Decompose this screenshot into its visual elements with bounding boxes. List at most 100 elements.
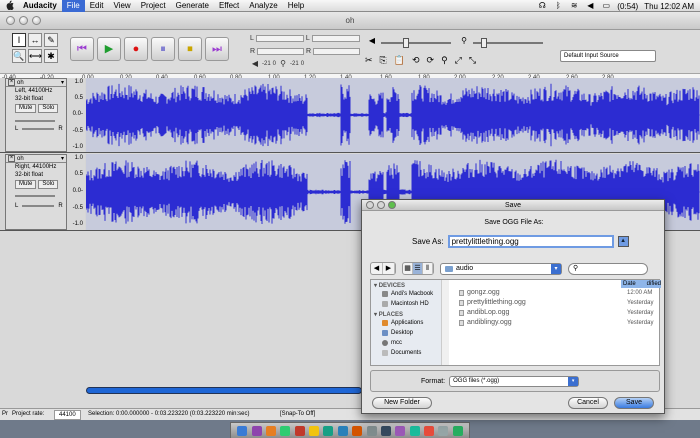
gain-slider[interactable] [6, 193, 66, 199]
playback-meter[interactable]: L L [250, 33, 360, 43]
menu-file[interactable]: File [61, 0, 85, 12]
pause-button[interactable]: ⏸ [151, 37, 175, 61]
battery-icon[interactable]: ▭ [601, 2, 611, 10]
speaker-icon[interactable]: ◀ [250, 60, 260, 68]
format-select[interactable]: OGG files (*.ogg) ▾ [449, 376, 580, 387]
close-button[interactable] [6, 16, 15, 25]
headphones-icon[interactable]: ☊ [537, 2, 547, 10]
filename-input[interactable] [447, 235, 614, 248]
stop-button[interactable]: ⏹ [178, 37, 202, 61]
sidebar-section-places[interactable]: ▾ PLACES [371, 311, 448, 318]
dock-app-icon[interactable] [395, 425, 406, 436]
zoom-button[interactable] [388, 201, 396, 209]
date-modified-header[interactable]: Date dified [621, 280, 661, 288]
dock-app-icon[interactable] [409, 425, 420, 436]
file-row[interactable]: prettylittlething.ogg Yesterday [459, 298, 659, 308]
record-button[interactable]: ● [124, 37, 148, 61]
menu-effect[interactable]: Effect [214, 0, 244, 12]
menu-help[interactable]: Help [283, 0, 309, 12]
list-view-icon[interactable]: ☰ [413, 263, 423, 274]
sidebar-item-macintosh-hd[interactable]: Macintosh HD [371, 299, 448, 309]
solo-button[interactable]: Solo [38, 180, 59, 189]
copy-icon[interactable]: ⎘ [380, 55, 387, 66]
dock-app-icon[interactable] [323, 425, 334, 436]
dock-app-icon[interactable] [438, 425, 449, 436]
input-volume-slider[interactable] [473, 38, 543, 48]
location-select[interactable]: audio ▾ [440, 262, 562, 275]
track-menu[interactable]: × oh ▾ [6, 155, 66, 163]
pan-slider[interactable]: L R [6, 203, 66, 209]
play-button[interactable]: ▶ [97, 37, 121, 61]
undo-icon[interactable]: ⟲ [412, 55, 420, 66]
window-titlebar[interactable]: oh [0, 12, 700, 30]
minimize-button[interactable] [377, 201, 385, 209]
cut-icon[interactable]: ✂ [365, 55, 373, 66]
column-view-icon[interactable]: ⫴ [423, 263, 433, 274]
selection-tool[interactable]: I [12, 33, 26, 47]
multi-tool[interactable]: ✱ [44, 49, 58, 63]
file-row[interactable]: gongz.ogg 12:00 AM [459, 288, 659, 298]
dock-app-icon[interactable] [452, 425, 463, 436]
skip-end-button[interactable]: ⏭ [205, 37, 229, 61]
menu-view[interactable]: View [108, 0, 135, 12]
sidebar-item-applications[interactable]: Applications [371, 318, 448, 328]
dock-app-icon[interactable] [280, 425, 291, 436]
search-input[interactable]: ⚲ [568, 262, 648, 275]
audio-track-left[interactable]: × oh ▾ Left, 44100Hz 32-bit float Mute S… [0, 78, 700, 153]
envelope-tool[interactable]: ↔ [28, 33, 42, 47]
waveform-left[interactable] [86, 78, 700, 152]
dock-app-icon[interactable] [251, 425, 262, 436]
minimize-button[interactable] [19, 16, 28, 25]
solo-button[interactable]: Solo [38, 104, 59, 113]
mute-button[interactable]: Mute [15, 104, 37, 113]
dock-app-icon[interactable] [237, 425, 248, 436]
dock-app-icon[interactable] [294, 425, 305, 436]
track-menu[interactable]: × oh ▾ [6, 79, 66, 87]
menu-clock[interactable]: Thu 12:02 AM [644, 2, 694, 11]
sidebar-item-documents[interactable]: Documents [371, 348, 448, 358]
close-track-icon[interactable]: × [8, 155, 15, 162]
sidebar-item-macbook[interactable]: Andi's Macbook [371, 289, 448, 299]
zoom-button[interactable] [32, 16, 41, 25]
sidebar-item-mcc[interactable]: mcc [371, 338, 448, 348]
sidebar-item-desktop[interactable]: Desktop [371, 328, 448, 338]
mute-button[interactable]: Mute [15, 180, 37, 189]
volume-icon[interactable]: ◀ [585, 2, 595, 10]
file-row[interactable]: andibLop.ogg Yesterday [459, 308, 659, 318]
zoom-tool[interactable]: 🔍 [12, 49, 26, 63]
gain-slider[interactable] [6, 117, 66, 122]
redo-icon[interactable]: ⟳ [427, 55, 435, 66]
dock-app-icon[interactable] [380, 425, 391, 436]
input-source-select[interactable]: Default Input Source [560, 50, 656, 62]
project-rate-select[interactable]: 44100 [54, 410, 81, 420]
fit-project-icon[interactable]: ⤡ [469, 55, 476, 66]
menu-audacity[interactable]: Audacity [18, 0, 62, 12]
timeshift-tool[interactable]: ⟷ [28, 49, 42, 63]
fit-selection-icon[interactable]: ⤢ [455, 55, 462, 66]
dock-app-icon[interactable] [366, 425, 377, 436]
icon-view-icon[interactable]: ▦ [403, 263, 413, 274]
back-icon[interactable]: ◀ [371, 263, 383, 274]
new-folder-button[interactable]: New Folder [372, 397, 432, 409]
forward-icon[interactable]: ▶ [383, 263, 395, 274]
save-button[interactable]: Save [614, 397, 654, 409]
record-meter[interactable]: R R [250, 46, 360, 56]
wifi-icon[interactable]: ≋ [569, 2, 579, 10]
menu-project[interactable]: Project [136, 0, 171, 12]
paste-icon[interactable]: 📋 [394, 55, 405, 66]
bluetooth-icon[interactable]: ᛒ [553, 2, 563, 10]
cancel-button[interactable]: Cancel [568, 397, 608, 409]
menu-edit[interactable]: Edit [85, 0, 109, 12]
sidebar-scrollbar[interactable] [441, 280, 449, 365]
output-volume-slider[interactable] [381, 38, 451, 48]
apple-menu-icon[interactable] [0, 0, 18, 12]
dock-app-icon[interactable] [337, 425, 348, 436]
skip-start-button[interactable]: ⏮ [70, 37, 94, 61]
file-row[interactable]: andiblingy.ogg Yesterday [459, 318, 659, 328]
horizontal-scrollbar[interactable] [86, 387, 362, 394]
dock-app-icon[interactable] [352, 425, 363, 436]
draw-tool[interactable]: ✎ [44, 33, 58, 47]
dock-app-icon[interactable] [265, 425, 276, 436]
dock-app-icon[interactable] [309, 425, 320, 436]
expand-dialog-button[interactable]: ▲ [617, 236, 629, 247]
